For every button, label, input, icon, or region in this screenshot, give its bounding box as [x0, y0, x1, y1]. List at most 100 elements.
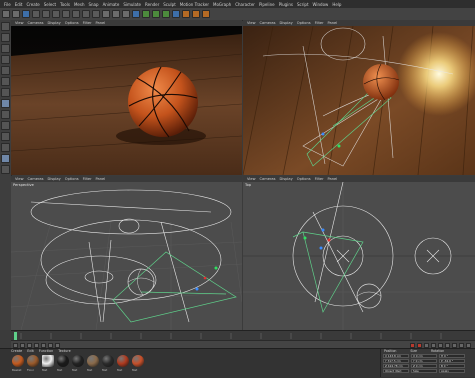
menu-item[interactable]: MoGraph — [213, 2, 231, 7]
viewport-menu-item[interactable]: View — [15, 177, 24, 181]
camera-icon[interactable] — [192, 10, 200, 18]
material-swatch[interactable]: Mat — [87, 355, 99, 372]
previous-key-icon[interactable] — [20, 342, 25, 348]
viewport-menu-item[interactable]: Panel — [96, 21, 106, 25]
menu-item[interactable]: Simulate — [123, 2, 141, 7]
viewport-menu-item[interactable]: Filter — [83, 177, 92, 181]
tweak-mode-icon[interactable] — [1, 110, 10, 119]
viewport-menu-item[interactable]: Options — [297, 21, 311, 25]
coordinate-field[interactable]: Y 317.5 cm — [383, 359, 409, 363]
material-swatch[interactable]: Mat — [72, 355, 84, 372]
viewport-menu-item[interactable]: Cameras — [260, 177, 276, 181]
material-menu-item[interactable]: Texture — [58, 349, 70, 354]
previous-frame-icon[interactable] — [27, 342, 32, 348]
record-icon[interactable] — [410, 342, 415, 348]
y-axis-icon[interactable] — [72, 10, 80, 18]
go-to-end-icon[interactable] — [55, 342, 60, 348]
timeline-menu-icon[interactable] — [466, 342, 471, 348]
go-to-start-icon[interactable] — [13, 342, 18, 348]
deformer-icon[interactable] — [172, 10, 180, 18]
light-icon[interactable] — [202, 10, 210, 18]
menu-item[interactable]: Character — [235, 2, 255, 7]
polygons-mode-icon[interactable] — [1, 88, 10, 97]
menu-item[interactable]: Pipeline — [259, 2, 275, 7]
scale-key-icon[interactable] — [438, 342, 443, 348]
viewport-menu-item[interactable]: View — [247, 177, 256, 181]
model-mode-icon[interactable] — [1, 33, 10, 42]
edges-mode-icon[interactable] — [1, 77, 10, 86]
menu-item[interactable]: Edit — [15, 2, 23, 7]
coordinate-field[interactable]: Object (Rel) — [383, 369, 409, 373]
viewport-menu-item[interactable]: Cameras — [260, 21, 276, 25]
viewport-render[interactable]: View Cameras Display Options Filter Panel — [11, 20, 242, 175]
render-view-icon[interactable] — [102, 10, 110, 18]
viewport-menu-item[interactable]: Panel — [328, 177, 338, 181]
menu-item[interactable]: Motion Tracker — [180, 2, 209, 7]
workplane-icon[interactable] — [1, 55, 10, 64]
scene-icon[interactable] — [182, 10, 190, 18]
material-menu-item[interactable]: Edit — [27, 349, 34, 354]
lock-workplane-icon[interactable] — [1, 132, 10, 141]
material-swatch[interactable]: Mat — [57, 355, 69, 372]
point-level-icon[interactable] — [459, 342, 464, 348]
viewport-menu-item[interactable]: Options — [65, 177, 79, 181]
rotation-key-icon[interactable] — [445, 342, 450, 348]
material-menu-item[interactable]: Function — [39, 349, 53, 354]
points-mode-icon[interactable] — [1, 66, 10, 75]
viewport-menu-item[interactable]: Panel — [96, 177, 106, 181]
coordinate-field[interactable]: P -34.9 ° — [439, 359, 465, 363]
spline-pen-icon[interactable] — [142, 10, 150, 18]
viewport-menu-item[interactable]: Display — [280, 21, 293, 25]
coordinate-system-icon[interactable] — [92, 10, 100, 18]
menu-item[interactable]: Plugins — [279, 2, 293, 7]
viewport-menu-item[interactable]: Filter — [315, 21, 324, 25]
snap-icon[interactable] — [1, 121, 10, 130]
material-menu-item[interactable]: Create — [11, 349, 22, 354]
viewport-menu-item[interactable]: Display — [48, 177, 61, 181]
coordinate-field[interactable]: B 0 ° — [439, 364, 465, 368]
planar-workplane-icon[interactable] — [1, 143, 10, 152]
coordinate-field[interactable]: Y 0 cm — [411, 359, 437, 363]
axis-mode-icon[interactable] — [1, 99, 10, 108]
viewport-menu-item[interactable]: Options — [297, 177, 311, 181]
menu-item[interactable]: Select — [44, 2, 56, 7]
viewport-menu-item[interactable]: Filter — [315, 177, 324, 181]
menu-item[interactable]: Mesh — [74, 2, 85, 7]
menu-item[interactable]: Create — [26, 2, 39, 7]
parameter-key-icon[interactable] — [452, 342, 457, 348]
material-swatch[interactable]: Mat — [102, 355, 114, 372]
viewport-menu-item[interactable]: View — [15, 21, 24, 25]
playhead[interactable] — [14, 332, 17, 340]
solo-icon[interactable] — [1, 154, 10, 163]
menu-item[interactable]: Snap — [88, 2, 98, 7]
menu-item[interactable]: Tools — [60, 2, 70, 7]
material-swatch[interactable]: Basket — [12, 355, 24, 372]
coordinate-field[interactable]: Z 0 cm — [411, 364, 437, 368]
rotate-icon[interactable] — [52, 10, 60, 18]
next-frame-icon[interactable] — [41, 342, 46, 348]
position-key-icon[interactable] — [431, 342, 436, 348]
coordinate-field[interactable]: Z 424.78 cm — [383, 364, 409, 368]
coordinate-field[interactable]: Apply — [439, 369, 465, 373]
coordinate-field[interactable]: X 143.8 cm — [383, 354, 409, 358]
redo-icon[interactable] — [12, 10, 20, 18]
material-swatch[interactable]: Mat — [117, 355, 129, 372]
material-swatch[interactable]: Mat — [42, 355, 54, 372]
viewport-menu-item[interactable]: Panel — [328, 21, 338, 25]
x-axis-icon[interactable] — [62, 10, 70, 18]
material-swatch[interactable]: Floor — [27, 355, 39, 372]
menu-item[interactable]: Script — [297, 2, 309, 7]
coordinate-field[interactable]: H 0 ° — [439, 354, 465, 358]
z-axis-icon[interactable] — [82, 10, 90, 18]
array-icon[interactable] — [162, 10, 170, 18]
viewport-camera[interactable]: View Cameras Display Options Filter Panel — [243, 20, 475, 175]
play-icon[interactable] — [34, 342, 39, 348]
viewport-menu-item[interactable]: Cameras — [28, 21, 44, 25]
viewport-top[interactable]: View Cameras Display Options Filter Panel Top — [243, 176, 475, 330]
coordinate-field[interactable]: X 0 cm — [411, 354, 437, 358]
cube-icon[interactable] — [132, 10, 140, 18]
viewport-menu-item[interactable]: Filter — [83, 21, 92, 25]
next-key-icon[interactable] — [48, 342, 53, 348]
make-editable-icon[interactable] — [1, 22, 10, 31]
render-settings-icon[interactable] — [122, 10, 130, 18]
